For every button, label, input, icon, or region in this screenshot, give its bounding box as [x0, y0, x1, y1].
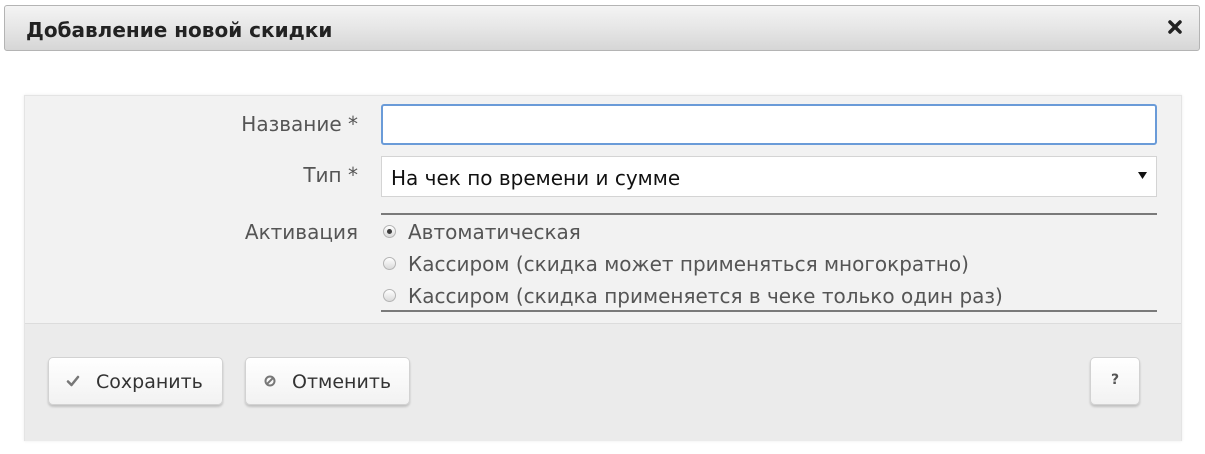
- activation-option-label: Кассиром (скидка применяется в чеке толь…: [408, 284, 1003, 308]
- type-field-label: Тип *: [303, 163, 358, 187]
- form-footer: Сохранить Отменить ?: [25, 323, 1181, 441]
- cancel-button[interactable]: Отменить: [245, 357, 410, 405]
- activation-option-label: Автоматическая: [408, 220, 581, 244]
- checkmark-icon: [66, 374, 80, 388]
- radio-button[interactable]: [383, 257, 396, 270]
- type-select[interactable]: На чек по времени и сумме: [381, 156, 1157, 197]
- type-select-value: На чек по времени и сумме: [391, 166, 681, 190]
- discount-form-panel: Название * Тип * На чек по времени и сум…: [24, 95, 1182, 441]
- radio-button-checked[interactable]: [383, 225, 396, 238]
- help-button-label: ?: [1110, 372, 1120, 388]
- help-button[interactable]: ?: [1090, 357, 1140, 405]
- dialog-title-bar: Добавление новой скидки: [4, 5, 1200, 51]
- activation-option-label: Кассиром (скидка может применяться много…: [408, 252, 969, 276]
- radio-button[interactable]: [383, 289, 396, 302]
- activation-field-label: Активация: [244, 220, 358, 244]
- save-button[interactable]: Сохранить: [48, 357, 223, 405]
- cancel-circle-icon: [263, 374, 277, 388]
- triangle-down-icon: [1138, 171, 1147, 180]
- cancel-button-label: Отменить: [292, 371, 392, 393]
- name-field-label: Название *: [241, 112, 358, 136]
- dialog-title: Добавление новой скидки: [26, 18, 333, 42]
- save-button-label: Сохранить: [96, 371, 203, 393]
- activation-radio-group: Автоматическая Кассиром (скидка может пр…: [381, 213, 1157, 312]
- name-input[interactable]: [381, 104, 1157, 145]
- close-icon[interactable]: [1166, 18, 1184, 36]
